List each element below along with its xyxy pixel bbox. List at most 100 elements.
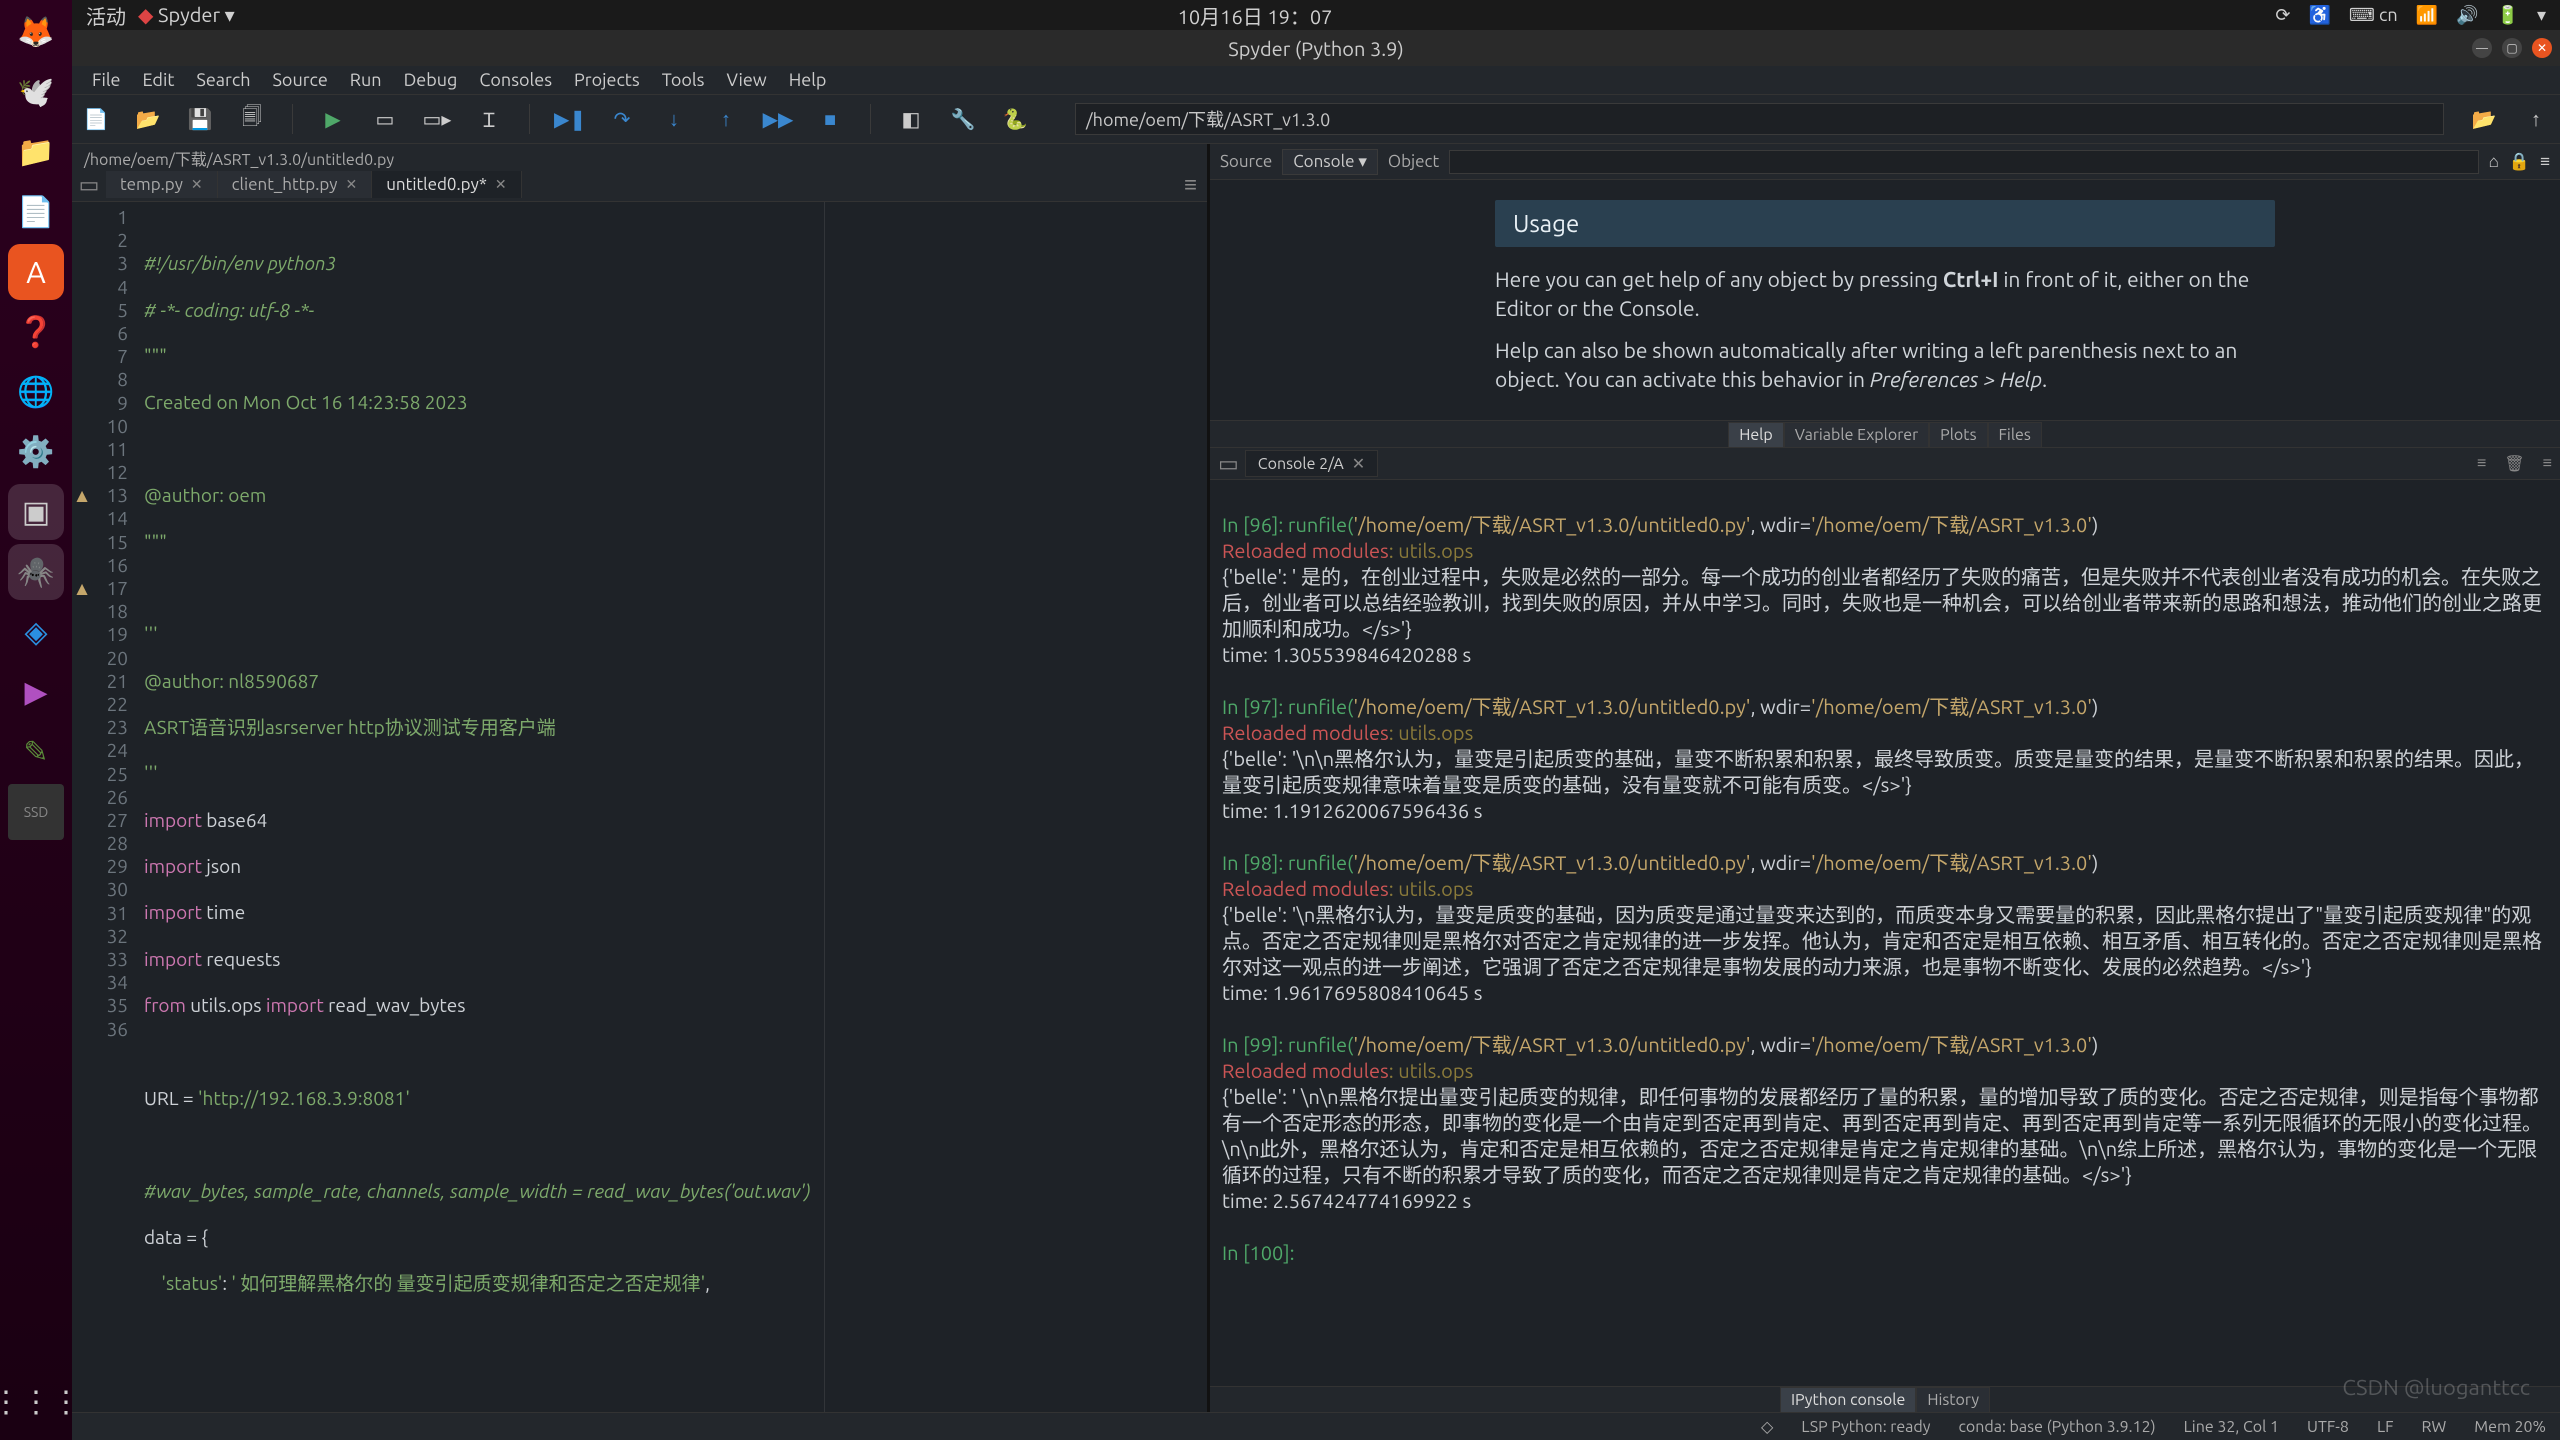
tab-files[interactable]: Files: [1988, 422, 2042, 448]
new-file-icon[interactable]: 📄: [84, 107, 108, 131]
maximize-button[interactable]: ▢: [2502, 38, 2522, 58]
menubar[interactable]: File Edit Search Source Run Debug Consol…: [72, 66, 2560, 94]
step-in-icon[interactable]: ↓: [662, 107, 686, 131]
parent-dir-icon[interactable]: ↑: [2524, 107, 2548, 131]
editor-pane: /home/oem/下载/ASRT_v1.3.0/untitled0.py ▭ …: [72, 144, 1210, 1412]
menu-debug[interactable]: Debug: [394, 67, 468, 93]
clock[interactable]: 10月16日 19：07: [235, 1, 2276, 30]
tab-client-http[interactable]: client_http.py✕: [218, 171, 373, 198]
console-output[interactable]: In [96]: runfile('/home/oem/下载/ASRT_v1.3…: [1210, 480, 2560, 1386]
gnome-topbar: 活动 ◆ Spyder ▾ 10月16日 19：07 ⟳ ♿ ⌨ cn 📶 🔊 …: [72, 0, 2560, 30]
dock-settings[interactable]: ⚙️: [8, 424, 64, 480]
menu-edit[interactable]: Edit: [133, 67, 185, 93]
kite-icon[interactable]: ◇: [1761, 1417, 1773, 1436]
power-icon[interactable]: ▾: [2537, 5, 2546, 26]
close-tab-icon[interactable]: ✕: [495, 176, 507, 193]
tab-temp[interactable]: temp.py✕: [106, 171, 218, 198]
options-icon[interactable]: ≡: [2543, 454, 2552, 473]
tabs-menu-icon[interactable]: ≡: [522, 172, 1207, 198]
dock-media[interactable]: ▶: [8, 664, 64, 720]
help-source-select[interactable]: Console ▾: [1282, 149, 1378, 175]
browse-tabs-icon[interactable]: ▭: [72, 172, 106, 198]
save-all-icon[interactable]: 🗐: [240, 107, 264, 131]
menu-view[interactable]: View: [716, 67, 776, 93]
browse-consoles-icon[interactable]: ▭: [1218, 451, 1239, 477]
help-object-input[interactable]: [1449, 150, 2478, 174]
menu-search[interactable]: Search: [186, 67, 260, 93]
window-titlebar: Spyder (Python 3.9) — ▢ ✕: [72, 30, 2560, 66]
statusbar: ◇ LSP Python: ready conda: base (Python …: [72, 1412, 2560, 1440]
dock-spyder[interactable]: 🕷️: [8, 544, 64, 600]
step-out-icon[interactable]: ↑: [714, 107, 738, 131]
dock-disk[interactable]: SSD: [8, 784, 64, 840]
dock-software[interactable]: A: [8, 244, 64, 300]
dock-thunderbird[interactable]: 🕊️: [8, 64, 64, 120]
run-cell-icon[interactable]: ▭: [373, 107, 397, 131]
menu-tools[interactable]: Tools: [652, 67, 715, 93]
ime-icon[interactable]: ⌨ cn: [2349, 5, 2398, 26]
options-icon[interactable]: ≡: [2540, 152, 2550, 172]
debug-icon[interactable]: ▶❚: [558, 107, 582, 131]
activities-button[interactable]: 活动: [86, 1, 126, 30]
help-source-label[interactable]: Source: [1220, 152, 1272, 171]
close-tab-icon[interactable]: ✕: [1352, 454, 1365, 473]
dock-files[interactable]: 📁: [8, 124, 64, 180]
dock-gedit[interactable]: ✎: [8, 724, 64, 780]
close-button[interactable]: ✕: [2532, 38, 2552, 58]
status-conda[interactable]: conda: base (Python 3.9.12): [1958, 1418, 2155, 1436]
dock-show-apps[interactable]: ⋮⋮⋮: [8, 1374, 64, 1430]
file-path-label: /home/oem/下载/ASRT_v1.3.0/untitled0.py: [72, 144, 1207, 168]
warning-marker: ▲: [72, 484, 92, 507]
tab-untitled0[interactable]: untitled0.py*✕: [372, 171, 521, 198]
menu-source[interactable]: Source: [263, 67, 338, 93]
a11y-icon: ♿: [2309, 5, 2331, 26]
menu-projects[interactable]: Projects: [564, 67, 650, 93]
clear-icon[interactable]: 🗑: [2504, 454, 2524, 473]
minimize-button[interactable]: —: [2472, 38, 2492, 58]
open-file-icon[interactable]: 📂: [136, 107, 160, 131]
close-tab-icon[interactable]: ✕: [191, 176, 203, 193]
dock-todesk[interactable]: ◈: [8, 604, 64, 660]
run-cell-advance-icon[interactable]: ▭▸: [425, 107, 449, 131]
stop-debug-icon[interactable]: ■: [818, 107, 842, 131]
save-icon[interactable]: 💾: [188, 107, 212, 131]
appmenu[interactable]: ◆ Spyder ▾: [138, 3, 235, 27]
status-mem: Mem 20%: [2474, 1418, 2546, 1436]
run-selection-icon[interactable]: Ɪ: [477, 107, 501, 131]
tab-ipython-console[interactable]: IPython console: [1780, 1387, 1916, 1413]
dock-writer[interactable]: 📄: [8, 184, 64, 240]
preferences-icon[interactable]: 🔧: [951, 107, 975, 131]
code-editor[interactable]: ▲ ▲ 123456789101112131415161718192021222…: [72, 202, 1207, 1412]
console-tab[interactable]: Console 2/A✕: [1245, 450, 1378, 477]
continue-icon[interactable]: ▶▶: [766, 107, 790, 131]
wifi-icon: 📶: [2416, 5, 2438, 26]
tab-help[interactable]: Help: [1728, 422, 1784, 448]
home-icon[interactable]: ⌂: [2489, 152, 2499, 172]
code-area[interactable]: #!/usr/bin/env python3 # -*- coding: utf…: [136, 202, 1207, 1412]
toolbar: 📄 📂 💾 🗐 ▶ ▭ ▭▸ Ɪ ▶❚ ↷ ↓ ↑ ▶▶ ■ ◧ 🔧 🐍 /ho…: [72, 94, 2560, 144]
ubuntu-dock[interactable]: 🦊 🕊️ 📁 📄 A ❓ 🌐 ⚙️ ▣ 🕷️ ◈ ▶ ✎ SSD ⋮⋮⋮: [0, 0, 72, 1440]
status-rw: RW: [2422, 1418, 2447, 1436]
menu-file[interactable]: File: [82, 67, 131, 93]
working-dir-input[interactable]: /home/oem/下载/ASRT_v1.3.0: [1075, 103, 2444, 135]
browse-dir-icon[interactable]: 📂: [2472, 107, 2496, 131]
dock-firefox[interactable]: 🦊: [8, 4, 64, 60]
dock-help[interactable]: ❓: [8, 304, 64, 360]
close-tab-icon[interactable]: ✕: [345, 176, 357, 193]
interrupt-icon[interactable]: ≡: [2477, 454, 2486, 473]
menu-consoles[interactable]: Consoles: [469, 67, 562, 93]
menu-help[interactable]: Help: [779, 67, 837, 93]
system-tray[interactable]: ⟳ ♿ ⌨ cn 📶 🔊 🔋 ▾: [2275, 5, 2546, 26]
run-icon[interactable]: ▶: [321, 107, 345, 131]
tab-variable-explorer[interactable]: Variable Explorer: [1784, 422, 1929, 448]
dock-terminal[interactable]: ▣: [8, 484, 64, 540]
menu-run[interactable]: Run: [340, 67, 392, 93]
lock-icon[interactable]: 🔒: [2509, 152, 2530, 172]
pythonpath-icon[interactable]: 🐍: [1003, 107, 1027, 131]
dock-chrome[interactable]: 🌐: [8, 364, 64, 420]
step-over-icon[interactable]: ↷: [610, 107, 634, 131]
tab-history[interactable]: History: [1916, 1387, 1990, 1413]
right-pane: Source Console ▾ Object ⌂ 🔒 ≡ Usage Here…: [1210, 144, 2560, 1412]
maximize-pane-icon[interactable]: ◧: [899, 107, 923, 131]
tab-plots[interactable]: Plots: [1929, 422, 1987, 448]
